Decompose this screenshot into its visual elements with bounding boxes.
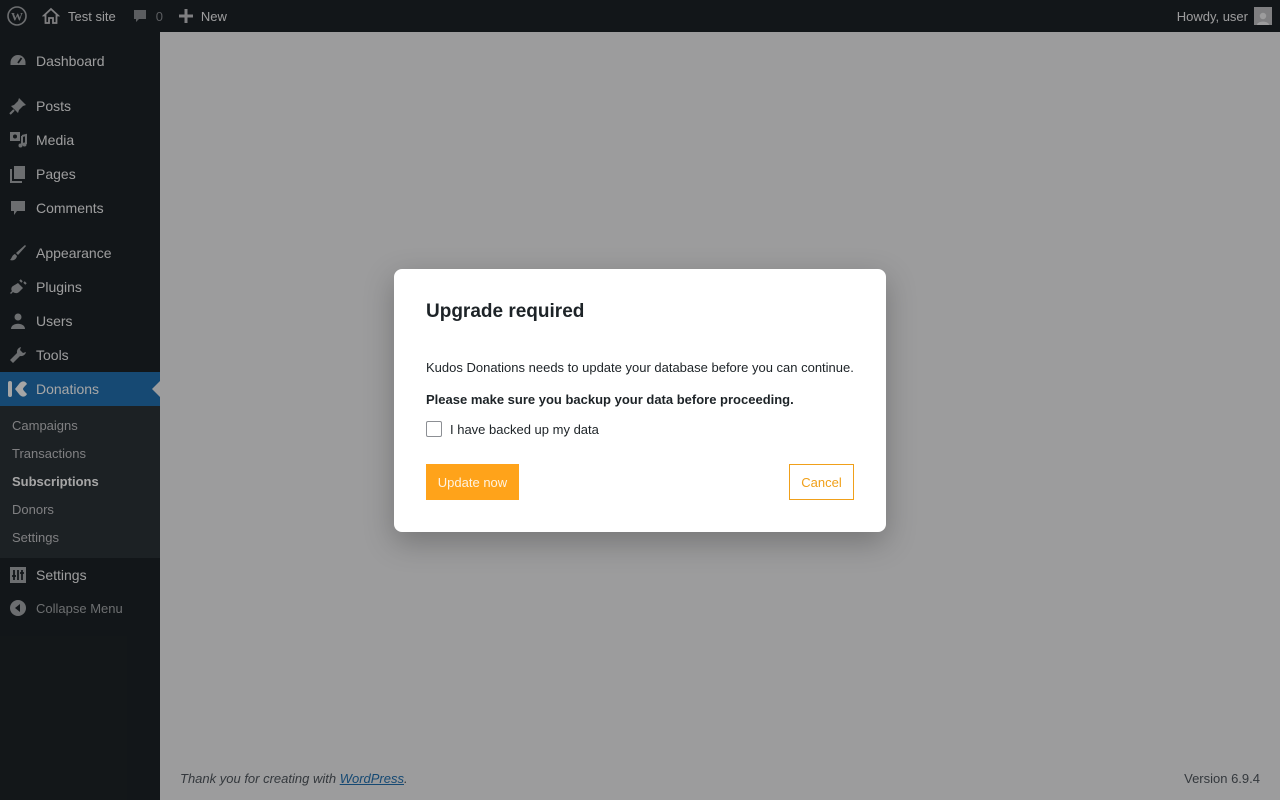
upgrade-modal: Upgrade required Kudos Donations needs t… bbox=[394, 269, 886, 532]
cancel-button[interactable]: Cancel bbox=[789, 464, 854, 500]
backup-checkbox-row[interactable]: I have backed up my data bbox=[426, 421, 599, 437]
update-now-button[interactable]: Update now bbox=[426, 464, 519, 500]
backup-checkbox[interactable] bbox=[426, 421, 442, 437]
backup-checkbox-label[interactable]: I have backed up my data bbox=[450, 422, 599, 437]
modal-description: Kudos Donations needs to update your dat… bbox=[426, 360, 854, 375]
modal-title: Upgrade required bbox=[426, 301, 585, 322]
modal-warning: Please make sure you backup your data be… bbox=[426, 392, 794, 407]
